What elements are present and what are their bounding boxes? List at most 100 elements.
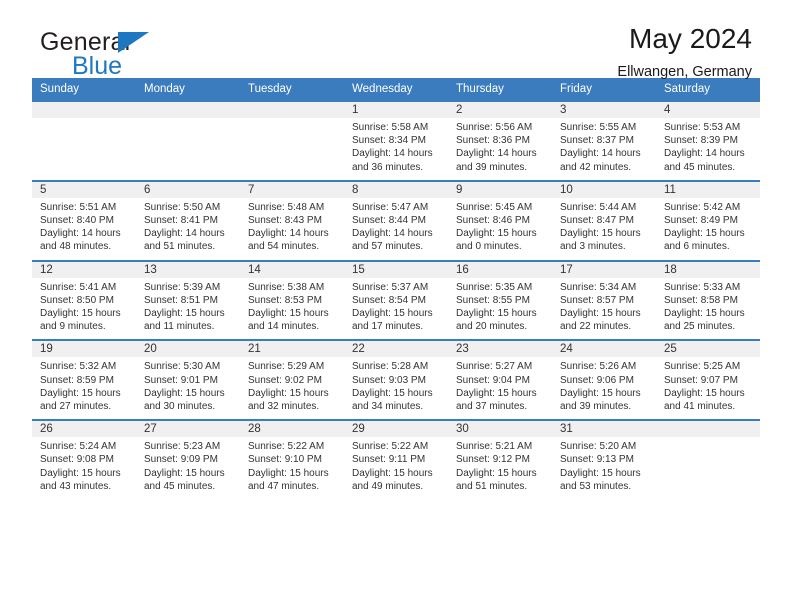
day-cell[interactable]: Sunrise: 5:37 AM Sunset: 8:54 PM Daylight:… xyxy=(344,277,448,341)
day-number[interactable]: 3 xyxy=(552,100,656,118)
day-number[interactable]: 30 xyxy=(448,419,552,438)
day-number[interactable]: 27 xyxy=(136,419,240,438)
day-number[interactable]: 14 xyxy=(240,259,344,278)
day-info-line: Sunrise: 5:35 AM xyxy=(456,281,533,293)
day-info-line: Daylight: 15 hours xyxy=(40,387,121,399)
calendar-page: General Blue May 2024 Ellwangen, Germany… xyxy=(0,0,792,612)
day-number[interactable]: 26 xyxy=(32,419,136,438)
day-cell[interactable]: Sunrise: 5:33 AM Sunset: 8:58 PM Daylight:… xyxy=(656,277,760,341)
day-cell[interactable]: Sunrise: 5:38 AM Sunset: 8:53 PM Daylight:… xyxy=(240,277,344,341)
day-info-line: Sunrise: 5:51 AM xyxy=(40,201,117,213)
day-info-line: Daylight: 15 hours xyxy=(560,467,641,479)
day-cell[interactable]: Sunrise: 5:22 AM Sunset: 9:10 PM Daylight:… xyxy=(240,437,344,500)
day-info-line: Daylight: 15 hours xyxy=(144,467,225,479)
day-number[interactable]: 12 xyxy=(32,259,136,278)
day-number[interactable]: 20 xyxy=(136,339,240,358)
logo-text-blue: Blue xyxy=(72,52,123,80)
day-info-line: and 37 minutes. xyxy=(456,401,528,413)
day-number-empty xyxy=(136,100,240,118)
day-cell[interactable]: Sunrise: 5:22 AM Sunset: 9:11 PM Daylight:… xyxy=(344,437,448,500)
day-info-line: Sunset: 9:10 PM xyxy=(248,454,322,466)
day-number[interactable]: 4 xyxy=(656,100,760,118)
day-number[interactable]: 15 xyxy=(344,259,448,278)
day-cell[interactable]: Sunrise: 5:47 AM Sunset: 8:44 PM Daylight:… xyxy=(344,197,448,261)
day-info-line: Sunset: 9:02 PM xyxy=(248,374,322,386)
day-number[interactable]: 31 xyxy=(552,419,656,438)
day-number[interactable]: 10 xyxy=(552,179,656,198)
day-number[interactable]: 16 xyxy=(448,259,552,278)
day-number[interactable]: 7 xyxy=(240,179,344,198)
day-cell[interactable]: Sunrise: 5:27 AM Sunset: 9:04 PM Daylight:… xyxy=(448,357,552,421)
day-cell[interactable]: Sunrise: 5:53 AM Sunset: 8:39 PM Daylight:… xyxy=(656,118,760,181)
day-info-line: and 39 minutes. xyxy=(456,161,528,173)
day-cell[interactable]: Sunrise: 5:35 AM Sunset: 8:55 PM Daylight:… xyxy=(448,277,552,341)
day-info-line: Daylight: 15 hours xyxy=(456,228,537,240)
day-info-line: Daylight: 15 hours xyxy=(144,308,225,320)
day-number[interactable]: 9 xyxy=(448,179,552,198)
day-cell[interactable]: Sunrise: 5:21 AM Sunset: 9:12 PM Daylight:… xyxy=(448,437,552,500)
day-number[interactable]: 11 xyxy=(656,179,760,198)
day-number[interactable]: 28 xyxy=(240,419,344,438)
day-cell[interactable]: Sunrise: 5:32 AM Sunset: 8:59 PM Daylight:… xyxy=(32,357,136,421)
day-number[interactable]: 25 xyxy=(656,339,760,358)
day-number[interactable]: 13 xyxy=(136,259,240,278)
day-cell[interactable]: Sunrise: 5:42 AM Sunset: 8:49 PM Daylight:… xyxy=(656,197,760,261)
day-cell[interactable]: Sunrise: 5:45 AM Sunset: 8:46 PM Daylight:… xyxy=(448,197,552,261)
day-info-line: Sunrise: 5:50 AM xyxy=(144,201,221,213)
day-number[interactable]: 5 xyxy=(32,179,136,198)
day-number[interactable]: 29 xyxy=(344,419,448,438)
day-info-line: and 45 minutes. xyxy=(144,480,216,492)
day-cell[interactable]: Sunrise: 5:28 AM Sunset: 9:03 PM Daylight:… xyxy=(344,357,448,421)
day-info-line: Daylight: 15 hours xyxy=(664,308,745,320)
day-info-line: Daylight: 15 hours xyxy=(248,467,329,479)
day-cell[interactable]: Sunrise: 5:58 AM Sunset: 8:34 PM Daylight:… xyxy=(344,118,448,181)
day-cell[interactable]: Sunrise: 5:41 AM Sunset: 8:50 PM Daylight:… xyxy=(32,277,136,341)
day-cell[interactable]: Sunrise: 5:51 AM Sunset: 8:40 PM Daylight:… xyxy=(32,197,136,261)
day-cell[interactable]: Sunrise: 5:24 AM Sunset: 9:08 PM Daylight:… xyxy=(32,437,136,500)
day-info-line: Daylight: 15 hours xyxy=(560,387,641,399)
day-number[interactable]: 17 xyxy=(552,259,656,278)
title-block: May 2024 Ellwangen, Germany xyxy=(617,22,752,82)
day-info-line: and 51 minutes. xyxy=(456,480,528,492)
day-info-line: Sunset: 8:50 PM xyxy=(40,294,114,306)
day-cell[interactable]: Sunrise: 5:30 AM Sunset: 9:01 PM Daylight:… xyxy=(136,357,240,421)
day-info-line: and 41 minutes. xyxy=(664,401,736,413)
day-cell[interactable]: Sunrise: 5:55 AM Sunset: 8:37 PM Daylight:… xyxy=(552,118,656,181)
day-cell[interactable]: Sunrise: 5:39 AM Sunset: 8:51 PM Daylight:… xyxy=(136,277,240,341)
day-cell[interactable]: Sunrise: 5:20 AM Sunset: 9:13 PM Daylight:… xyxy=(552,437,656,500)
day-number[interactable]: 6 xyxy=(136,179,240,198)
day-number[interactable]: 24 xyxy=(552,339,656,358)
day-info-line: Daylight: 15 hours xyxy=(664,228,745,240)
day-cell[interactable]: Sunrise: 5:44 AM Sunset: 8:47 PM Daylight:… xyxy=(552,197,656,261)
day-cell[interactable]: Sunrise: 5:29 AM Sunset: 9:02 PM Daylight:… xyxy=(240,357,344,421)
day-number[interactable]: 2 xyxy=(448,100,552,118)
day-info-line: and 11 minutes. xyxy=(144,321,215,333)
day-number-empty xyxy=(656,419,760,438)
day-info-line: Sunset: 9:12 PM xyxy=(456,454,530,466)
day-cell[interactable]: Sunrise: 5:26 AM Sunset: 9:06 PM Daylight:… xyxy=(552,357,656,421)
day-cell[interactable]: Sunrise: 5:23 AM Sunset: 9:09 PM Daylight:… xyxy=(136,437,240,500)
day-cell[interactable]: Sunrise: 5:25 AM Sunset: 9:07 PM Daylight:… xyxy=(656,357,760,421)
day-number[interactable]: 1 xyxy=(344,100,448,118)
day-number[interactable]: 23 xyxy=(448,339,552,358)
day-number[interactable]: 19 xyxy=(32,339,136,358)
day-cell[interactable]: Sunrise: 5:34 AM Sunset: 8:57 PM Daylight:… xyxy=(552,277,656,341)
page-title: May 2024 xyxy=(629,23,752,54)
day-number[interactable]: 18 xyxy=(656,259,760,278)
day-info-line: Daylight: 14 hours xyxy=(248,228,329,240)
day-cell[interactable]: Sunrise: 5:50 AM Sunset: 8:41 PM Daylight:… xyxy=(136,197,240,261)
week-date-row: 12 13 14 15 16 17 18 xyxy=(32,259,760,278)
day-info-line: Daylight: 14 hours xyxy=(352,228,433,240)
day-info-line: Sunset: 9:04 PM xyxy=(456,374,530,386)
day-cell-empty xyxy=(136,118,240,181)
day-info-line: Sunrise: 5:53 AM xyxy=(664,122,741,133)
day-cell[interactable]: Sunrise: 5:48 AM Sunset: 8:43 PM Daylight:… xyxy=(240,197,344,261)
day-cell[interactable]: Sunrise: 5:56 AM Sunset: 8:36 PM Daylight:… xyxy=(448,118,552,181)
day-number[interactable]: 8 xyxy=(344,179,448,198)
day-info-line: Sunset: 8:40 PM xyxy=(40,215,114,227)
week-info-row: Sunrise: 5:51 AM Sunset: 8:40 PM Daylight:… xyxy=(32,197,760,261)
day-number[interactable]: 22 xyxy=(344,339,448,358)
weekday-header-thursday: Thursday xyxy=(448,78,552,101)
day-number[interactable]: 21 xyxy=(240,339,344,358)
day-info-line: Sunset: 9:03 PM xyxy=(352,374,426,386)
